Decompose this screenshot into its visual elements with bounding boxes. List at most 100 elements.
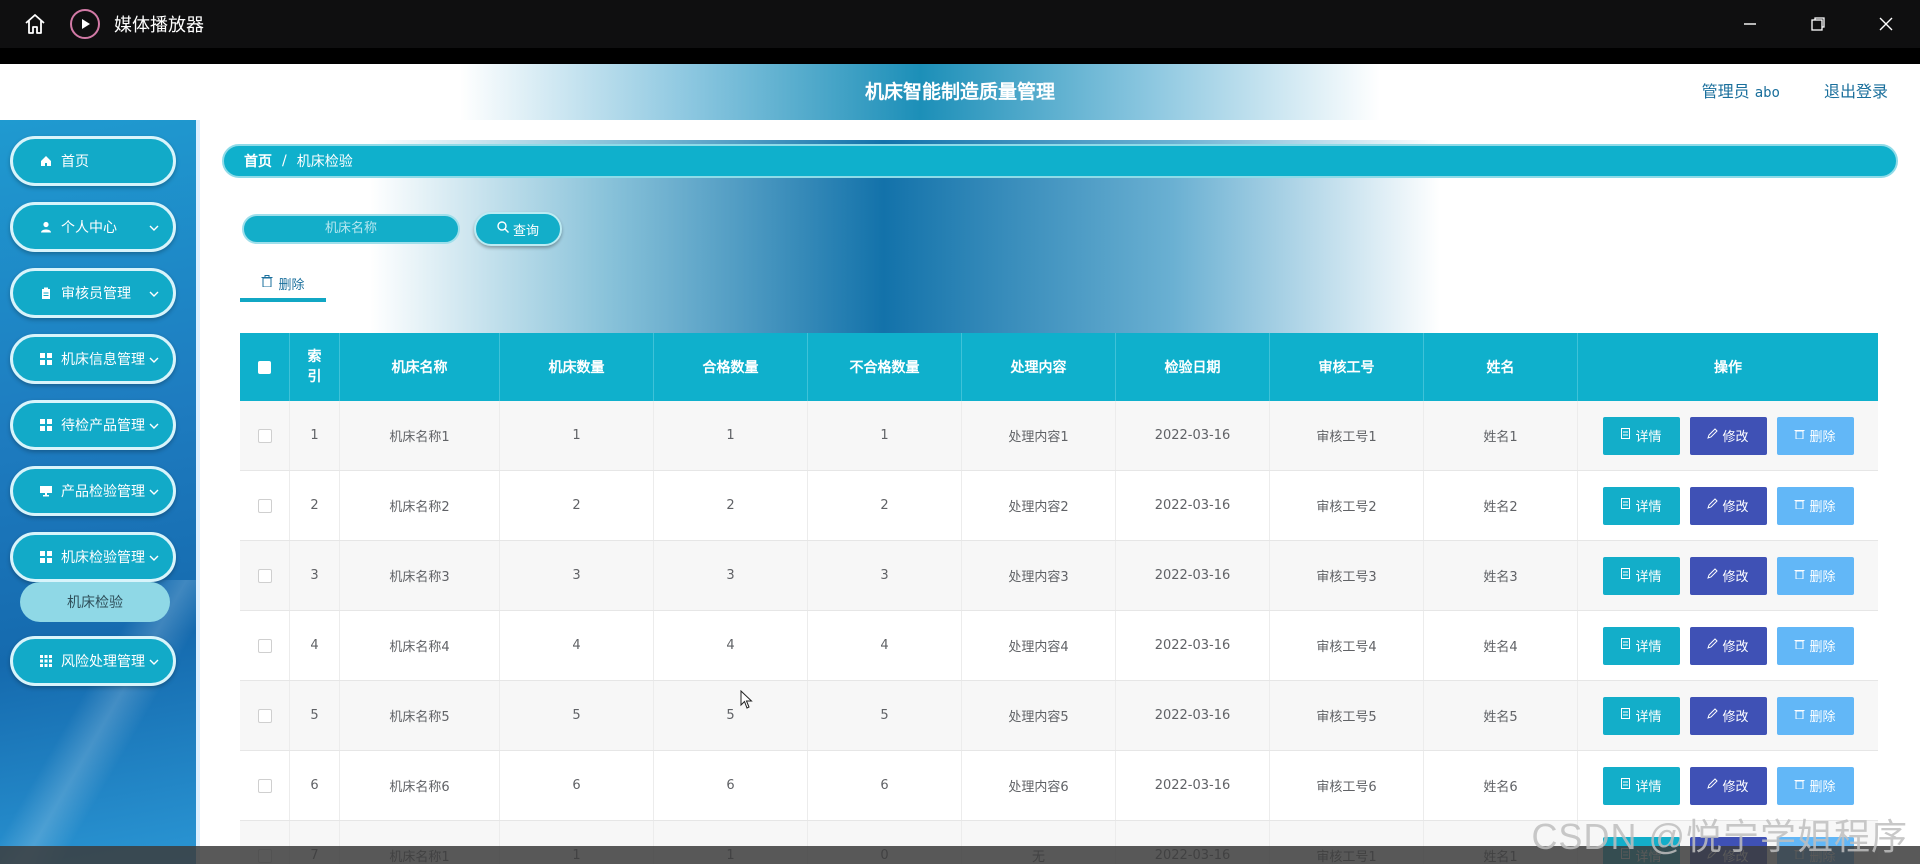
machine-name-search-input[interactable]: 机床名称: [242, 214, 460, 244]
edit-button[interactable]: 修改: [1689, 766, 1767, 805]
cell-index: 4: [290, 611, 340, 680]
cell-person-name: 姓名5: [1424, 681, 1578, 750]
restore-icon[interactable]: [1784, 0, 1852, 48]
col-date: 检验日期: [1116, 333, 1270, 401]
sidebar-item-label: 审核员管理: [61, 286, 131, 302]
row-checkbox[interactable]: [240, 751, 290, 820]
user-icon: [39, 220, 53, 234]
inspection-table: 索引 机床名称 机床数量 合格数量 不合格数量 处理内容 检验日期 审核工号 姓…: [240, 333, 1878, 864]
logout-link[interactable]: 退出登录: [1824, 64, 1888, 120]
cell-date: 2022-03-16: [1116, 401, 1270, 470]
edit-button[interactable]: 修改: [1689, 416, 1767, 455]
document-icon: [1620, 708, 1631, 723]
delete-button[interactable]: 删除: [1776, 766, 1854, 805]
sidebar-item-auditor-management[interactable]: 审核员管理: [10, 268, 176, 318]
cell-machine-name: 机床名称1: [340, 401, 500, 470]
detail-button[interactable]: 详情: [1602, 416, 1680, 455]
cell-date: 2022-03-16: [1116, 681, 1270, 750]
detail-label: 详情: [1635, 500, 1662, 515]
sidebar-item-pending-products[interactable]: 待检产品管理: [10, 400, 176, 450]
detail-button[interactable]: 详情: [1602, 696, 1680, 735]
row-checkbox[interactable]: [240, 401, 290, 470]
sidebar-item-home[interactable]: 首页: [10, 136, 176, 186]
select-all-checkbox[interactable]: [240, 333, 290, 401]
table-row: 4 机床名称4 4 4 4 处理内容4 2022-03-16 审核工号4 姓名4 详情 修改 删除: [240, 611, 1878, 681]
cell-fail-qty: 1: [808, 401, 962, 470]
row-checkbox[interactable]: [240, 681, 290, 750]
chevron-down-icon: [149, 655, 159, 671]
detail-button[interactable]: 详情: [1602, 766, 1680, 805]
home-icon: [39, 154, 53, 168]
close-icon[interactable]: [1852, 0, 1920, 48]
edit-button[interactable]: 修改: [1689, 696, 1767, 735]
col-fail-qty: 不合格数量: [808, 333, 962, 401]
delete-label: 删除: [1809, 500, 1836, 515]
batch-delete-button[interactable]: 删除: [240, 268, 326, 302]
delete-button[interactable]: 删除: [1776, 416, 1854, 455]
document-icon: [1620, 428, 1631, 443]
chevron-down-icon: [149, 287, 159, 303]
delete-button[interactable]: 删除: [1776, 486, 1854, 525]
delete-button[interactable]: 删除: [1776, 626, 1854, 665]
edit-button[interactable]: 修改: [1689, 556, 1767, 595]
cell-pass-qty: 6: [654, 751, 808, 820]
media-player-logo: [70, 9, 100, 39]
breadcrumb-home[interactable]: 首页: [244, 151, 272, 171]
sidebar-item-product-inspection[interactable]: 产品检验管理: [10, 466, 176, 516]
sidebar-item-label: 产品检验管理: [61, 484, 145, 500]
col-machine-qty: 机床数量: [500, 333, 654, 401]
cell-content: 处理内容2: [962, 471, 1116, 540]
cell-actions: 详情 修改 删除: [1578, 401, 1878, 470]
col-auditor-id: 审核工号: [1270, 333, 1424, 401]
sidebar-subitem-machine-inspection[interactable]: 机床检验: [20, 582, 170, 622]
main-content: 首页 / 机床检验 机床名称 查询 删除 索引 机床名称 机床数量 合格数量 不…: [200, 120, 1920, 864]
detail-button[interactable]: 详情: [1602, 556, 1680, 595]
cell-machine-qty: 1: [500, 401, 654, 470]
cell-machine-qty: 4: [500, 611, 654, 680]
detail-label: 详情: [1635, 780, 1662, 795]
detail-button[interactable]: 详情: [1602, 486, 1680, 525]
edit-button[interactable]: 修改: [1689, 626, 1767, 665]
home-icon[interactable]: [0, 12, 70, 36]
cell-pass-qty: 2: [654, 471, 808, 540]
detail-button[interactable]: 详情: [1602, 626, 1680, 665]
sidebar-item-label: 机床信息管理: [61, 352, 145, 368]
cell-date: 2022-03-16: [1116, 471, 1270, 540]
edit-label: 修改: [1722, 430, 1749, 445]
sidebar-item-machine-info[interactable]: 机床信息管理: [10, 334, 176, 384]
breadcrumb-separator: /: [282, 153, 287, 169]
cell-index: 6: [290, 751, 340, 820]
search-button[interactable]: 查询: [474, 212, 562, 246]
cell-actions: 详情 修改 删除: [1578, 471, 1878, 540]
cell-pass-qty: 4: [654, 611, 808, 680]
cell-content: 处理内容5: [962, 681, 1116, 750]
sidebar-item-risk-handling[interactable]: 风险处理管理: [10, 636, 176, 686]
pencil-icon: [1707, 638, 1719, 653]
edit-button[interactable]: 修改: [1689, 486, 1767, 525]
app-info: 媒体播放器: [70, 9, 204, 39]
delete-button[interactable]: 删除: [1776, 696, 1854, 735]
delete-button[interactable]: 删除: [1776, 556, 1854, 595]
row-checkbox[interactable]: [240, 611, 290, 680]
col-actions: 操作: [1714, 360, 1742, 376]
row-checkbox[interactable]: [240, 471, 290, 540]
pencil-icon: [1707, 498, 1719, 513]
document-icon: [1620, 638, 1631, 653]
cell-date: 2022-03-16: [1116, 751, 1270, 820]
minimize-icon[interactable]: [1716, 0, 1784, 48]
trash-icon: [1794, 708, 1805, 723]
row-checkbox[interactable]: [240, 541, 290, 610]
cell-content: 处理内容1: [962, 401, 1116, 470]
trash-icon: [1794, 428, 1805, 443]
sidebar-item-machine-inspection[interactable]: 机床检验管理: [10, 532, 176, 582]
cell-machine-qty: 2: [500, 471, 654, 540]
grid-icon: [39, 418, 53, 432]
cell-fail-qty: 4: [808, 611, 962, 680]
col-person-name: 姓名: [1424, 333, 1578, 401]
edit-label: 修改: [1722, 780, 1749, 795]
sidebar-item-personal-center[interactable]: 个人中心: [10, 202, 176, 252]
cell-fail-qty: 5: [808, 681, 962, 750]
col-pass-qty: 合格数量: [654, 333, 808, 401]
delete-label: 删除: [1809, 780, 1836, 795]
cell-pass-qty: 5: [654, 681, 808, 750]
